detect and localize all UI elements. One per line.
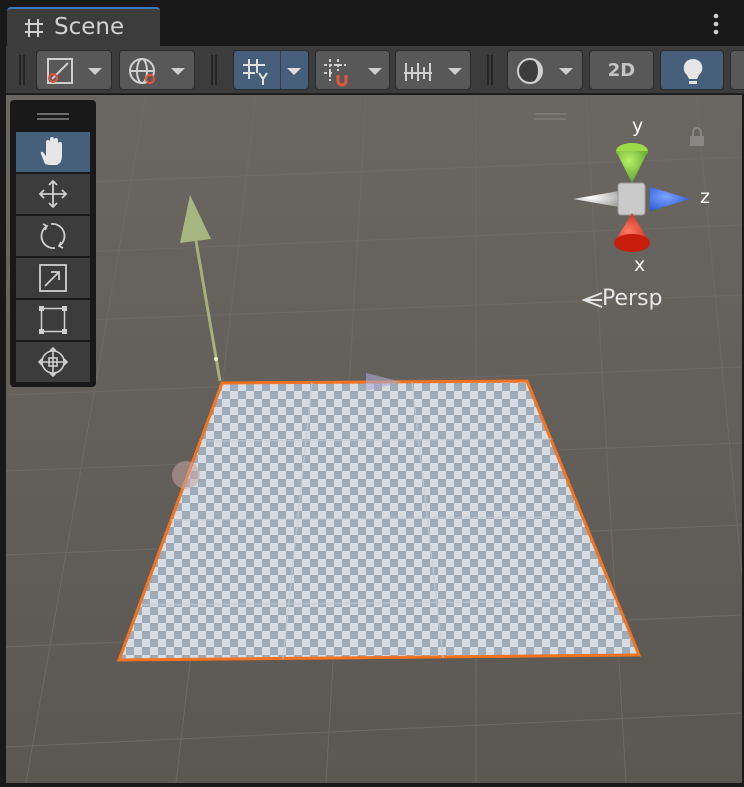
- 2d-label: 2D: [607, 60, 636, 81]
- projection-label[interactable]: Persp: [602, 286, 663, 311]
- rect-tool[interactable]: [16, 300, 90, 340]
- hand-tool[interactable]: [16, 132, 90, 172]
- tab-title: Scene: [54, 14, 125, 40]
- chevron-down-icon: [448, 68, 462, 75]
- chevron-down-icon: [171, 68, 185, 75]
- transform-icon: [37, 346, 69, 378]
- overlay-drag-handle[interactable]: [35, 112, 71, 120]
- shading-mode-dropdown[interactable]: [507, 50, 583, 90]
- grid-snap-icon: [324, 59, 348, 87]
- scene-viewport[interactable]: y z x: [6, 95, 742, 783]
- draw-mode-icon: [47, 58, 73, 84]
- shading-sphere-icon: [517, 58, 543, 84]
- increment-snap-dropdown[interactable]: [395, 50, 471, 90]
- toolbar-grip: [211, 55, 217, 85]
- rect-transform-icon: [39, 306, 67, 334]
- lightbulb-icon: [683, 58, 703, 84]
- transform-tool[interactable]: [16, 342, 90, 382]
- chevron-down-icon: [287, 68, 301, 75]
- tools-overlay: [10, 100, 96, 387]
- rotate-tool[interactable]: [16, 216, 90, 256]
- gizmo-y-label[interactable]: y: [632, 115, 643, 137]
- chevron-down-icon: [88, 68, 102, 75]
- hand-icon: [40, 137, 62, 165]
- grid-visibility-dropdown[interactable]: [233, 50, 309, 90]
- lighting-toggle-button[interactable]: [660, 50, 724, 90]
- chevron-down-icon: [559, 68, 573, 75]
- globe-pivot-icon: [129, 58, 155, 84]
- scene-window: Scene 2D y z x Persp: [0, 0, 744, 787]
- pivot-rotation-dropdown[interactable]: [119, 50, 195, 90]
- dropdown-separator: [280, 51, 281, 89]
- more-options-icon[interactable]: [704, 10, 728, 38]
- scene-render[interactable]: [6, 95, 742, 783]
- scale-tool[interactable]: [16, 258, 90, 298]
- gizmo-z-label[interactable]: z: [700, 186, 710, 208]
- scale-icon: [39, 264, 67, 292]
- grid-visibility-icon: [243, 59, 268, 85]
- more-toolbar-button[interactable]: [730, 50, 744, 90]
- tab-bar: Scene: [0, 0, 744, 46]
- tab-scene[interactable]: Scene: [7, 7, 160, 46]
- move-arrows-icon: [38, 179, 68, 209]
- chevron-down-icon: [368, 68, 382, 75]
- toolbar-grip: [487, 55, 493, 85]
- increment-snap-icon: [404, 63, 432, 81]
- scene-toolbar: 2D: [6, 46, 744, 94]
- rotate-icon: [40, 223, 66, 249]
- toolbar-grip: [19, 55, 25, 85]
- move-tool[interactable]: [16, 174, 90, 214]
- draw-mode-dropdown[interactable]: [36, 50, 112, 90]
- grid-snap-dropdown[interactable]: [315, 50, 390, 90]
- gizmo-x-label[interactable]: x: [634, 254, 645, 276]
- 2d-toggle-button[interactable]: 2D: [589, 50, 654, 90]
- window-bottom-border: [0, 783, 744, 787]
- hash-grid-icon: [25, 19, 43, 37]
